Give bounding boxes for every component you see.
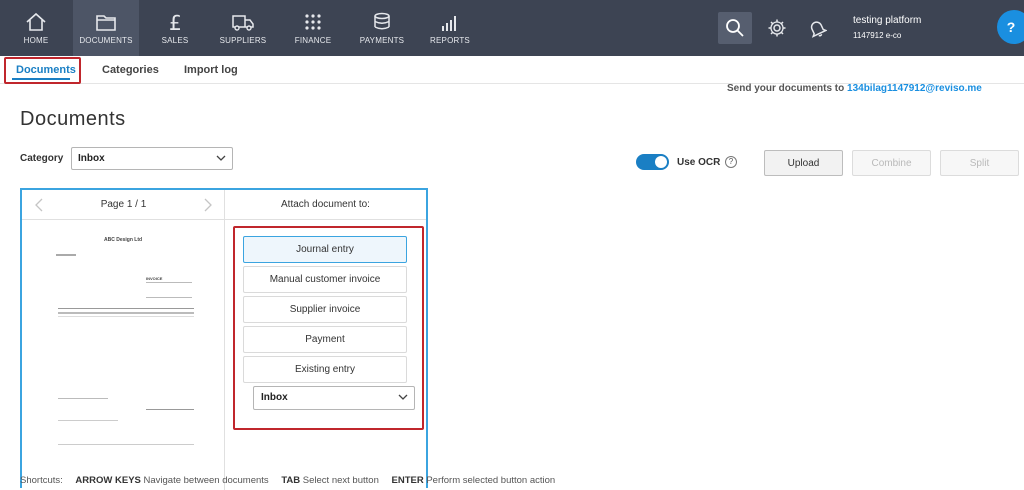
- svg-text:£: £: [169, 12, 182, 32]
- documents-tab-highlight: [4, 57, 81, 84]
- doc-heading: INVOICE: [146, 276, 163, 281]
- nav-home-label: HOME: [23, 36, 49, 45]
- preview-header: Page 1 / 1: [22, 190, 225, 220]
- attach-journal-entry-button[interactable]: Journal entry: [243, 236, 407, 263]
- gear-icon: [768, 19, 786, 37]
- nav-sales-label: SALES: [161, 36, 189, 45]
- destination-select[interactable]: Inbox: [253, 386, 415, 410]
- nav-payments-label: PAYMENTS: [359, 36, 405, 45]
- nav-finance[interactable]: FINANCE: [288, 0, 338, 56]
- nav-reports[interactable]: REPORTS: [426, 0, 474, 56]
- sub-navigation: Documents Categories Import log: [0, 56, 1024, 84]
- settings-button[interactable]: [760, 12, 794, 44]
- combine-button[interactable]: Combine: [852, 150, 931, 176]
- company-name: testing platform: [853, 15, 922, 26]
- upload-button[interactable]: Upload: [764, 150, 843, 176]
- search-icon: [726, 19, 744, 37]
- attach-supplier-invoice-button[interactable]: Supplier invoice: [243, 296, 407, 323]
- shortcut-key: ARROW KEYS: [75, 475, 141, 486]
- truck-icon: [232, 15, 254, 31]
- shortcuts-label: Shortcuts:: [20, 475, 63, 486]
- folder-icon: [96, 15, 116, 31]
- doc-footer-rule: [58, 444, 194, 445]
- doc-totals: [146, 396, 194, 410]
- company-id: 1147912 e-co: [853, 31, 902, 40]
- attach-payment-button[interactable]: Payment: [243, 326, 407, 353]
- doc-payment-terms: [58, 420, 118, 430]
- nav-finance-label: FINANCE: [294, 36, 332, 45]
- destination-value: Inbox: [261, 392, 288, 403]
- ocr-label: Use OCR: [677, 157, 721, 168]
- doc-table-row: [58, 312, 194, 314]
- notifications-button[interactable]: [800, 12, 834, 44]
- nav-sales[interactable]: £ SALES: [150, 0, 200, 56]
- attach-title: Attach document to:: [281, 199, 370, 210]
- bar-chart-icon: [442, 16, 456, 31]
- attach-existing-entry-button[interactable]: Existing entry: [243, 356, 407, 383]
- split-button[interactable]: Split: [940, 150, 1019, 176]
- home-icon: [26, 12, 46, 31]
- category-value: Inbox: [78, 153, 105, 164]
- bell-icon: [810, 21, 827, 38]
- send-to-notice: Send your documents to 134bilag1147912@r…: [727, 83, 982, 94]
- top-navigation-bar: HOME DOCUMENTS £ SALES SUPPLIERS FINANCE…: [0, 0, 1024, 56]
- chevron-down-icon: [216, 155, 226, 161]
- category-label: Category: [20, 153, 64, 164]
- nav-suppliers-label: SUPPLIERS: [219, 36, 267, 45]
- shortcut-key: TAB: [281, 475, 301, 486]
- doc-table-row: [58, 316, 194, 317]
- attach-manual-customer-invoice-button[interactable]: Manual customer invoice: [243, 266, 407, 293]
- ocr-toggle[interactable]: [636, 154, 669, 170]
- shortcut-desc: Select next button: [302, 475, 379, 486]
- nav-documents[interactable]: DOCUMENTS: [73, 0, 139, 56]
- ocr-info-icon[interactable]: ?: [725, 156, 737, 168]
- invoice-thumbnail: ABC Design Ltd INVOICE: [36, 232, 202, 462]
- doc-table-rule: [58, 308, 194, 309]
- doc-footer-note: [58, 398, 108, 399]
- help-button[interactable]: ?: [997, 10, 1024, 44]
- category-select[interactable]: Inbox: [71, 147, 233, 170]
- send-to-prefix: Send your documents to: [727, 83, 848, 94]
- send-to-email[interactable]: 134bilag1147912@reviso.me: [847, 83, 982, 94]
- nav-reports-label: REPORTS: [430, 36, 470, 45]
- doc-company-name: ABC Design Ltd: [104, 237, 143, 243]
- nav-documents-label: DOCUMENTS: [79, 36, 133, 45]
- doc-info-block: [146, 282, 192, 298]
- tab-categories[interactable]: Categories: [102, 56, 159, 84]
- tab-import-log[interactable]: Import log: [184, 56, 238, 84]
- coins-icon: [374, 12, 390, 30]
- nav-home[interactable]: HOME: [10, 0, 62, 56]
- grid-icon: [305, 14, 321, 30]
- pound-icon: £: [169, 12, 182, 32]
- shortcut-desc: Navigate between documents: [143, 475, 269, 486]
- attach-header: Attach document to:: [225, 190, 426, 220]
- nav-payments[interactable]: PAYMENTS: [355, 0, 409, 56]
- search-button[interactable]: [718, 12, 752, 44]
- page-title: Documents: [20, 108, 126, 130]
- ocr-toggle-knob: [655, 156, 667, 168]
- chevron-down-icon: [398, 394, 408, 400]
- nav-suppliers[interactable]: SUPPLIERS: [216, 0, 270, 56]
- help-label: ?: [1006, 19, 1016, 35]
- shortcut-desc: Perform selected button action: [426, 475, 556, 486]
- chevron-right-icon[interactable]: [203, 198, 213, 212]
- shortcut-key: ENTER: [391, 475, 424, 486]
- shortcuts-bar: Shortcuts: ARROW KEYS Navigate between d…: [20, 475, 555, 486]
- company-switcher[interactable]: testing platform 1147912 e-co: [853, 13, 921, 43]
- doc-line: [56, 254, 76, 256]
- page-indicator: Page 1 / 1: [100, 199, 147, 210]
